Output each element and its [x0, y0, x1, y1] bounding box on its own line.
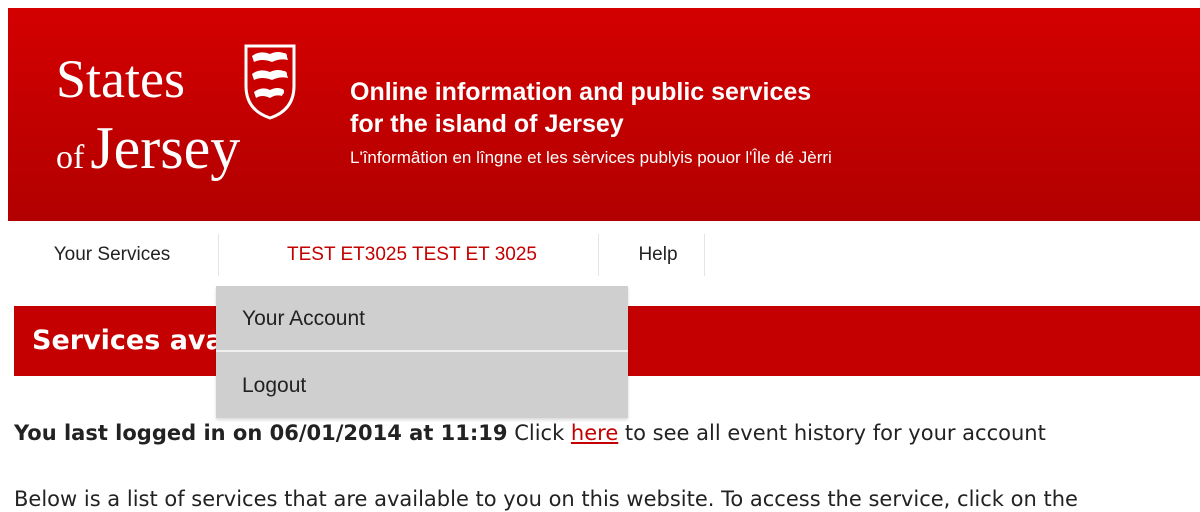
services-intro-text: Below is a list of services that are ava… [14, 487, 1078, 511]
logo-word-states: States [56, 49, 185, 109]
nav-your-services[interactable]: Your Services [14, 230, 210, 280]
nav-divider [218, 234, 219, 276]
site-header-banner: States of Jersey Online information and p… [8, 8, 1200, 221]
nav-help[interactable]: Help [618, 230, 698, 280]
logo-word-of: of [56, 139, 85, 176]
tagline-jerriais: L'înformâtion en lîngne et les sèrvices … [350, 148, 832, 167]
history-suffix: to see all event history for your accoun… [618, 421, 1046, 445]
site-tagline: Online information and public services f… [350, 76, 832, 172]
menu-divider [216, 350, 628, 352]
nav-divider [598, 234, 599, 276]
logo-word-jersey: Jersey [90, 115, 241, 181]
jersey-crest-icon [244, 44, 296, 120]
logo-line-of-jersey: of Jersey [56, 118, 240, 178]
nav-divider [704, 234, 705, 276]
last-login-label: You last logged in on 06/01/2014 at 11:1… [14, 421, 508, 445]
tagline-line-2: for the island of Jersey [350, 110, 624, 138]
event-history-link[interactable]: here [571, 421, 618, 445]
menu-item-logout[interactable]: Logout [216, 353, 628, 418]
last-login-notice: You last logged in on 06/01/2014 at 11:1… [14, 420, 1200, 446]
nav-user-account-menu[interactable]: TEST ET3025 TEST ET 3025 [232, 230, 592, 280]
account-dropdown-menu: Your Account Logout [216, 286, 628, 418]
tagline-line-1: Online information and public services [350, 78, 812, 106]
click-text: Click [507, 421, 571, 445]
menu-item-your-account[interactable]: Your Account [216, 286, 628, 351]
